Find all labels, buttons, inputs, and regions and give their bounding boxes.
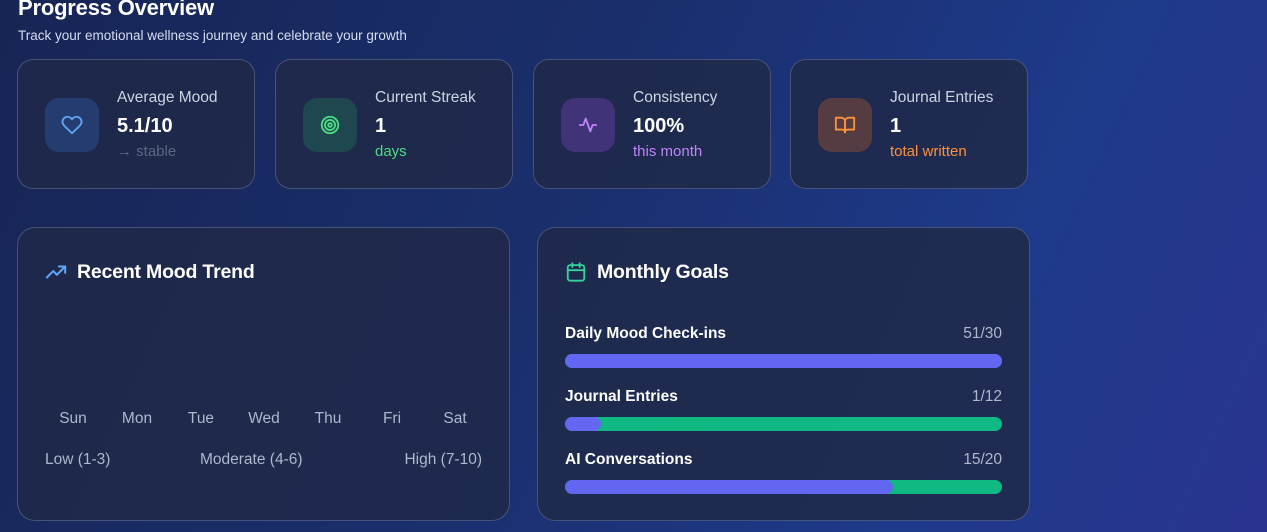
heart-icon [45,98,99,152]
stat-label: Journal Entries [890,89,994,106]
mood-trend-panel: Recent Mood Trend Sun Mon Tue Wed Thu Fr… [17,227,510,521]
stat-value: 1 [375,115,387,137]
day-label-mon: Mon [121,410,153,427]
stat-total-text: total written [890,143,967,160]
stat-value: 1 [890,115,902,137]
legend-moderate: Moderate (4-6) [200,451,303,468]
goal-progress-bar [565,354,1002,368]
goal-progress-fill [565,354,1002,368]
stat-card-journal-entries: Journal Entries 1 total written [790,59,1028,189]
goal-label: AI Conversations [565,451,693,468]
stat-label: Consistency [633,89,718,106]
goal-count: 51/30 [963,325,1002,342]
trending-up-icon [45,265,67,279]
goal-progress-fill [565,417,602,431]
goal-progress-fill [565,480,893,494]
goal-label: Daily Mood Check-ins [565,325,727,342]
stat-value: 5.1/10 [117,115,173,137]
stat-unit-text: days [375,143,407,160]
day-label-wed: Wed [248,410,280,427]
day-label-fri: Fri [382,410,402,427]
stat-card-consistency: Consistency 100% this month [533,59,771,189]
calendar-icon [566,262,586,282]
legend-high: High (7-10) [404,451,482,468]
goal-label: Journal Entries [565,388,678,405]
stat-period-text: this month [633,143,703,160]
day-label-tue: Tue [187,410,215,427]
stat-label: Current Streak [375,89,476,106]
page-title: Progress Overview [18,0,214,20]
day-label-sat: Sat [443,410,467,427]
day-label-sun: Sun [59,410,87,427]
target-icon [303,98,357,152]
day-label-thu: Thu [314,410,342,427]
stat-trend-text: → stable [117,143,177,160]
stat-label: Average Mood [117,89,218,106]
stat-card-current-streak: Current Streak 1 days [275,59,513,189]
monthly-goals-panel: Monthly Goals Daily Mood Check-ins 51/30… [537,227,1030,521]
legend-low: Low (1-3) [45,451,111,468]
stat-value: 100% [633,115,685,137]
goal-count: 1/12 [971,388,1002,405]
goal-count: 15/20 [963,451,1002,468]
activity-icon [561,98,615,152]
stat-card-average-mood: Average Mood 5.1/10 → stable [17,59,255,189]
mood-trend-title: Recent Mood Trend [77,261,255,283]
monthly-goals-title: Monthly Goals [597,261,729,283]
page-subtitle: Track your emotional wellness journey an… [18,28,407,43]
book-open-icon [818,98,872,152]
goal-progress-bar [565,417,1002,431]
goal-progress-bar [565,480,1002,494]
